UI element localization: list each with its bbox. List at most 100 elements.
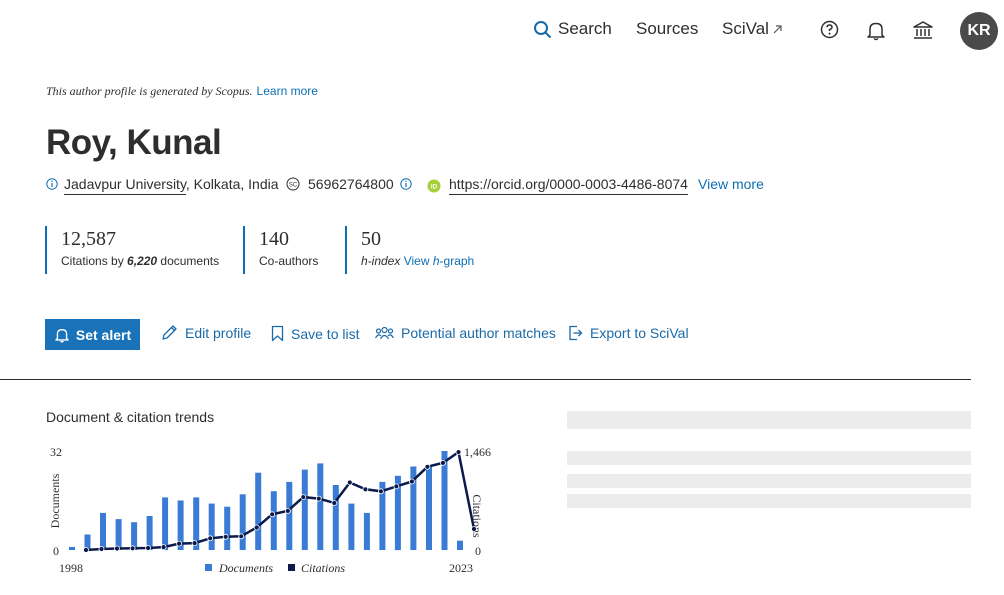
documents-bar[interactable] [332,485,339,550]
citations-label: Citations by 6,220 documents [61,254,220,268]
svg-text:iD: iD [431,183,438,190]
loading-placeholder [567,451,971,465]
citations-point[interactable] [408,478,415,485]
x-axis-first-label: 1998 [59,561,83,575]
export-to-scival-button[interactable]: Export to SciVal [568,325,689,341]
citations-point[interactable] [377,488,384,495]
citations-point[interactable] [129,545,136,552]
affiliation: Jadavpur University, Kolkata, India [46,176,279,195]
citations-point[interactable] [238,533,245,540]
citations-point[interactable] [471,526,477,532]
affiliation-link[interactable]: Jadavpur University [64,176,186,195]
citations-point[interactable] [145,545,151,551]
metric-citations: 12,587 Citations by 6,220 documents [45,226,219,274]
documents-bar[interactable] [224,506,231,550]
citations-point[interactable] [269,511,276,518]
hindex-label: h-index View h-graph [361,254,475,268]
metric-hindex: 50 h-index View h-graph [345,226,474,274]
nav-search[interactable]: Search [533,19,612,39]
documents-bar[interactable] [239,494,246,550]
orcid-link[interactable]: https://orcid.org/0000-0003-4486-8074 [449,176,688,195]
citations-value: 12,587 [61,228,116,250]
citations-point[interactable] [222,533,229,540]
citations-point[interactable] [253,524,260,531]
documents-bar[interactable] [426,466,432,551]
info-icon[interactable] [46,178,58,190]
documents-bar[interactable] [317,463,324,550]
edit-profile-button[interactable]: Edit profile [161,324,251,341]
citations-point[interactable] [160,544,167,550]
documents-bar[interactable] [270,491,277,550]
people-icon [375,326,394,340]
left-axis-max-label: 32 [50,445,62,459]
citations-point[interactable] [284,508,291,514]
profile-notice-text: This author profile is generated by Scop… [46,84,253,98]
set-alert-button[interactable]: Set alert [45,319,140,350]
potential-author-matches-button[interactable]: Potential author matches [375,325,556,341]
export-icon [569,325,583,341]
orcid-icon: iD [427,179,441,192]
citations-point[interactable] [393,483,400,490]
citations-point[interactable] [98,546,105,552]
legend-documents-swatch [205,564,212,571]
scopus-id-icon: SC [286,177,300,191]
citations-point[interactable] [331,500,338,506]
documents-bar[interactable] [348,503,355,550]
learn-more-link[interactable]: Learn more [257,84,318,98]
export-to-scival-label: Export to SciVal [590,325,689,341]
loading-placeholder [567,474,971,488]
coauthors-value: 140 [259,228,289,250]
citations-point[interactable] [315,495,322,502]
nav-sources[interactable]: Sources [636,19,698,39]
nav-scival[interactable]: SciVal [722,19,783,39]
documents-bar[interactable] [115,519,122,550]
citations-point[interactable] [424,463,431,470]
citations-point[interactable] [207,535,214,542]
right-axis-max-label: 1,466 [464,445,491,459]
bookmark-icon [271,325,284,342]
x-axis-last-label: 2023 [449,561,473,575]
documents-bar[interactable] [69,546,75,550]
scopus-id: SC 56962764800 [286,176,412,192]
citations-point[interactable] [176,540,183,547]
save-to-list-button[interactable]: Save to list [271,325,359,342]
citations-point[interactable] [83,547,89,553]
affiliation-location: , Kolkata, India [185,176,279,192]
citations-point[interactable] [362,486,369,493]
set-alert-label: Set alert [75,326,132,343]
legend-documents-label: Documents [218,561,273,575]
user-avatar[interactable]: KR [960,12,998,50]
institution-icon[interactable] [912,20,934,41]
chart-title: Document & citation trends [46,409,215,425]
citations-point[interactable] [346,479,353,486]
bell-icon[interactable] [866,20,886,41]
loading-placeholder [567,494,971,508]
documents-bar[interactable] [363,512,370,550]
info-icon[interactable] [399,178,412,190]
section-divider [0,379,971,380]
documents-bar[interactable] [457,540,463,550]
citations-point[interactable] [440,459,446,466]
loading-placeholder [567,411,971,429]
citations-point[interactable] [455,449,462,456]
view-hgraph-link[interactable]: View h-graph [404,254,475,268]
search-icon [534,20,552,38]
help-icon[interactable] [820,20,839,39]
author-name: Roy, Kunal [46,123,222,162]
documents-bar[interactable] [162,497,169,550]
documents-bar[interactable] [286,481,293,550]
citations-point[interactable] [114,545,120,552]
documents-bar[interactable] [301,469,308,550]
citations-point[interactable] [191,540,198,546]
documents-bar[interactable] [441,451,448,550]
documents-bar[interactable] [100,512,106,550]
documents-bar[interactable] [146,516,153,550]
metric-coauthors: 140 Co-authors [243,226,318,274]
citations-point[interactable] [300,494,307,500]
documents-bar[interactable] [255,472,262,550]
documents-bar[interactable] [208,503,215,550]
nav-search-label: Search [558,19,612,38]
view-more-link[interactable]: View more [698,176,764,192]
profile-notice: This author profile is generated by Scop… [46,84,318,99]
orcid: iD https://orcid.org/0000-0003-4486-8074 [427,176,688,195]
